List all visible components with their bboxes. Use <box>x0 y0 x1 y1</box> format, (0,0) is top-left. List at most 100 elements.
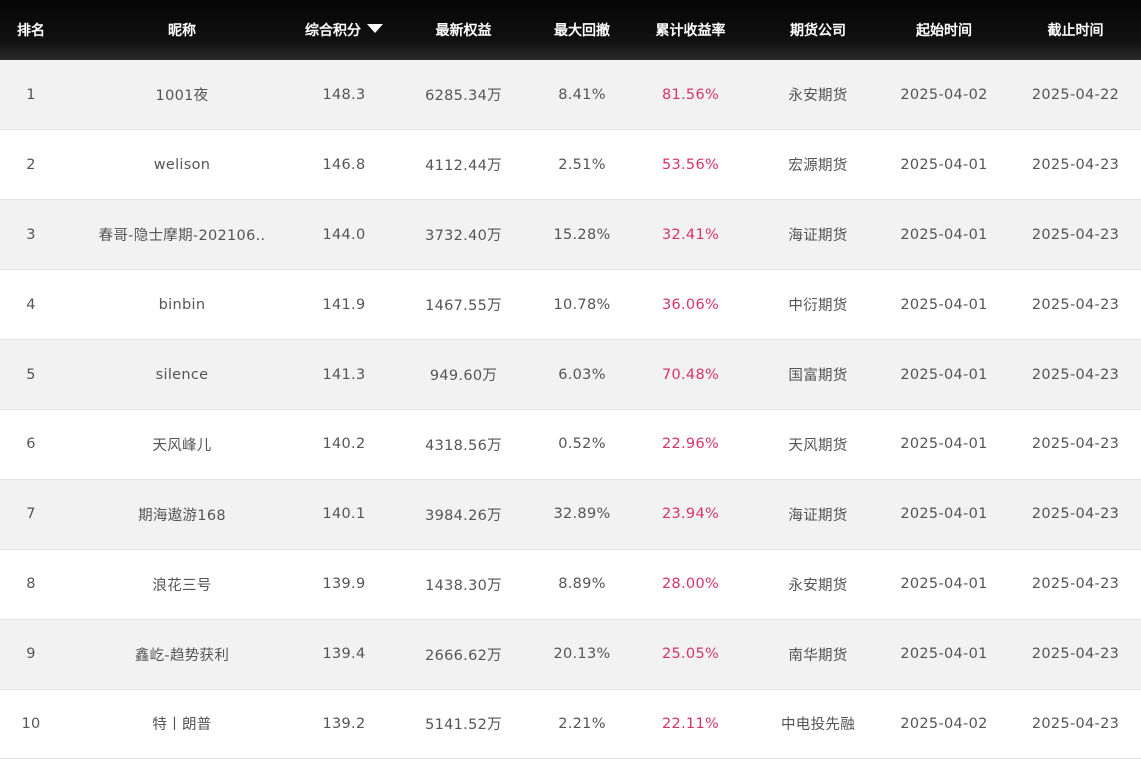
header-return[interactable]: 累计收益率 <box>623 0 758 60</box>
table-row[interactable]: 2 welison 146.8 4112.44万 2.51% 53.56% 宏源期货 2025… <box>0 129 1141 200</box>
cell-start-time: 2025-04-01 <box>900 226 988 243</box>
cell-company: 永安期货 <box>788 577 848 594</box>
cell-rank: 1 <box>26 86 36 103</box>
cell-equity: 4112.44万 <box>425 158 502 175</box>
header-rank[interactable]: 排名 <box>0 0 62 60</box>
cell-drawdown: 20.13% <box>553 646 611 663</box>
cell-equity: 5141.52万 <box>425 717 502 734</box>
header-end-time[interactable]: 截止时间 <box>1010 0 1141 60</box>
table-row[interactable]: 6 天风峰儿 140.2 4318.56万 0.52% 22.96% 天风期货 2025-04… <box>0 409 1141 480</box>
table-row[interactable]: 10 特丨朗普 139.2 5141.52万 2.21% 22.11% 中电投先融 2025-… <box>0 689 1141 759</box>
cell-end-time: 2025-04-23 <box>1031 366 1120 383</box>
cell-company: 海证期货 <box>788 228 848 245</box>
cell-score: 141.3 <box>322 366 366 383</box>
cell-end-time: 2025-04-23 <box>1031 156 1120 173</box>
cell-drawdown: 8.41% <box>558 86 606 103</box>
cell-nickname[interactable]: binbin <box>62 270 302 340</box>
cell-start-time: 2025-04-02 <box>900 715 988 732</box>
cell-start-time: 2025-04-01 <box>900 366 988 383</box>
cell-drawdown: 2.21% <box>558 715 606 732</box>
cell-drawdown: 0.52% <box>558 436 606 453</box>
cell-company: 南华期货 <box>788 647 848 664</box>
cell-end-time: 2025-04-23 <box>1031 436 1120 453</box>
cell-end-time: 2025-04-22 <box>1031 86 1120 103</box>
cell-nickname[interactable]: 1001夜 <box>62 60 302 130</box>
table-body: 1 1001夜 148.3 6285.34万 8.41% 81.56% 永安期货 2025-0… <box>0 60 1141 759</box>
cell-rank: 3 <box>26 226 36 243</box>
cell-rank: 9 <box>26 646 36 663</box>
cell-score: 144.0 <box>322 226 366 243</box>
cell-end-time: 2025-04-23 <box>1031 506 1120 523</box>
cell-rank: 5 <box>26 366 36 383</box>
cell-end-time: 2025-04-23 <box>1031 576 1120 593</box>
cell-score: 139.2 <box>322 715 366 732</box>
cell-return: 28.00% <box>661 576 720 593</box>
table-header-row: 排名 昵称 综合积分 最新权益 最大回撤 累计收益率 期货公司 起始时间 截止时… <box>0 0 1141 60</box>
cell-score: 148.3 <box>322 86 366 103</box>
cell-nickname[interactable]: welison <box>62 130 302 200</box>
cell-equity: 2666.62万 <box>425 647 502 664</box>
table-row[interactable]: 4 binbin 141.9 1467.55万 10.78% 36.06% 中衍期货 2025… <box>0 269 1141 340</box>
table-row[interactable]: 3 春哥-隐士摩期-202106.. 144.0 3732.40万 15.28% 32.4… <box>0 199 1141 270</box>
cell-nickname[interactable]: 天风峰儿 <box>62 409 302 479</box>
cell-score: 146.8 <box>322 156 366 173</box>
cell-company: 宏源期货 <box>788 158 848 175</box>
cell-nickname[interactable]: 浪花三号 <box>62 549 302 619</box>
cell-return: 22.11% <box>661 715 720 732</box>
table-row[interactable]: 9 鑫屹-趋势获利 139.4 2666.62万 20.13% 25.05% 南华期货 202… <box>0 619 1141 690</box>
leaderboard-table-container: 排名 昵称 综合积分 最新权益 最大回撤 累计收益率 期货公司 起始时间 截止时… <box>0 0 1141 761</box>
cell-company: 永安期货 <box>788 88 848 105</box>
cell-end-time: 2025-04-23 <box>1031 296 1120 313</box>
cell-return: 32.41% <box>661 226 720 243</box>
cell-start-time: 2025-04-01 <box>900 576 988 593</box>
cell-nickname[interactable]: 春哥-隐士摩期-202106.. <box>62 200 302 270</box>
cell-equity: 3732.40万 <box>425 228 502 245</box>
cell-nickname[interactable]: silence <box>62 340 302 410</box>
header-score-label: 综合积分 <box>305 23 361 39</box>
cell-company: 中衍期货 <box>788 298 848 315</box>
cell-return: 25.05% <box>661 646 720 663</box>
cell-end-time: 2025-04-23 <box>1031 226 1120 243</box>
cell-start-time: 2025-04-01 <box>900 436 988 453</box>
header-score[interactable]: 综合积分 <box>302 0 386 60</box>
cell-equity: 1438.30万 <box>425 577 502 594</box>
table-row[interactable]: 7 期海遨游168 140.1 3984.26万 32.89% 23.94% 海证期货 202… <box>0 479 1141 550</box>
cell-start-time: 2025-04-01 <box>900 296 988 313</box>
cell-return: 70.48% <box>661 366 720 383</box>
cell-equity: 949.60万 <box>429 368 498 384</box>
cell-start-time: 2025-04-02 <box>900 86 988 103</box>
leaderboard-table: 排名 昵称 综合积分 最新权益 最大回撤 累计收益率 期货公司 起始时间 截止时… <box>0 0 1141 759</box>
cell-score: 141.9 <box>322 296 366 313</box>
caret-down-icon[interactable] <box>367 24 383 33</box>
cell-rank: 6 <box>26 436 36 453</box>
header-nickname[interactable]: 昵称 <box>62 0 302 60</box>
cell-equity: 1467.55万 <box>425 298 502 315</box>
cell-drawdown: 10.78% <box>553 296 611 313</box>
cell-rank: 4 <box>26 296 36 313</box>
header-drawdown[interactable]: 最大回撤 <box>541 0 623 60</box>
cell-start-time: 2025-04-01 <box>900 506 988 523</box>
table-row[interactable]: 8 浪花三号 139.9 1438.30万 8.89% 28.00% 永安期货 2025-04… <box>0 549 1141 620</box>
cell-score: 139.9 <box>322 576 366 593</box>
cell-nickname[interactable]: 期海遨游168 <box>62 479 302 549</box>
cell-equity: 3984.26万 <box>425 507 502 524</box>
header-company[interactable]: 期货公司 <box>758 0 878 60</box>
cell-start-time: 2025-04-01 <box>900 156 988 173</box>
cell-company: 国富期货 <box>788 368 848 384</box>
cell-company: 海证期货 <box>788 507 848 524</box>
header-start-time[interactable]: 起始时间 <box>878 0 1010 60</box>
cell-rank: 10 <box>21 715 41 732</box>
cell-rank: 2 <box>26 156 36 173</box>
cell-return: 22.96% <box>661 436 720 453</box>
cell-equity: 4318.56万 <box>425 437 502 454</box>
table-row[interactable]: 1 1001夜 148.3 6285.34万 8.41% 81.56% 永安期货 2025-0… <box>0 60 1141 130</box>
cell-return: 53.56% <box>661 156 720 173</box>
cell-end-time: 2025-04-23 <box>1031 715 1120 732</box>
cell-rank: 7 <box>26 506 36 523</box>
cell-nickname[interactable]: 鑫屹-趋势获利 <box>62 619 302 689</box>
cell-rank: 8 <box>26 576 36 593</box>
cell-nickname[interactable]: 特丨朗普 <box>62 689 302 759</box>
cell-start-time: 2025-04-01 <box>900 646 988 663</box>
header-equity[interactable]: 最新权益 <box>386 0 541 60</box>
table-row[interactable]: 5 silence 141.3 949.60万 6.03% 70.48% 国富期货 2025-… <box>0 339 1141 410</box>
